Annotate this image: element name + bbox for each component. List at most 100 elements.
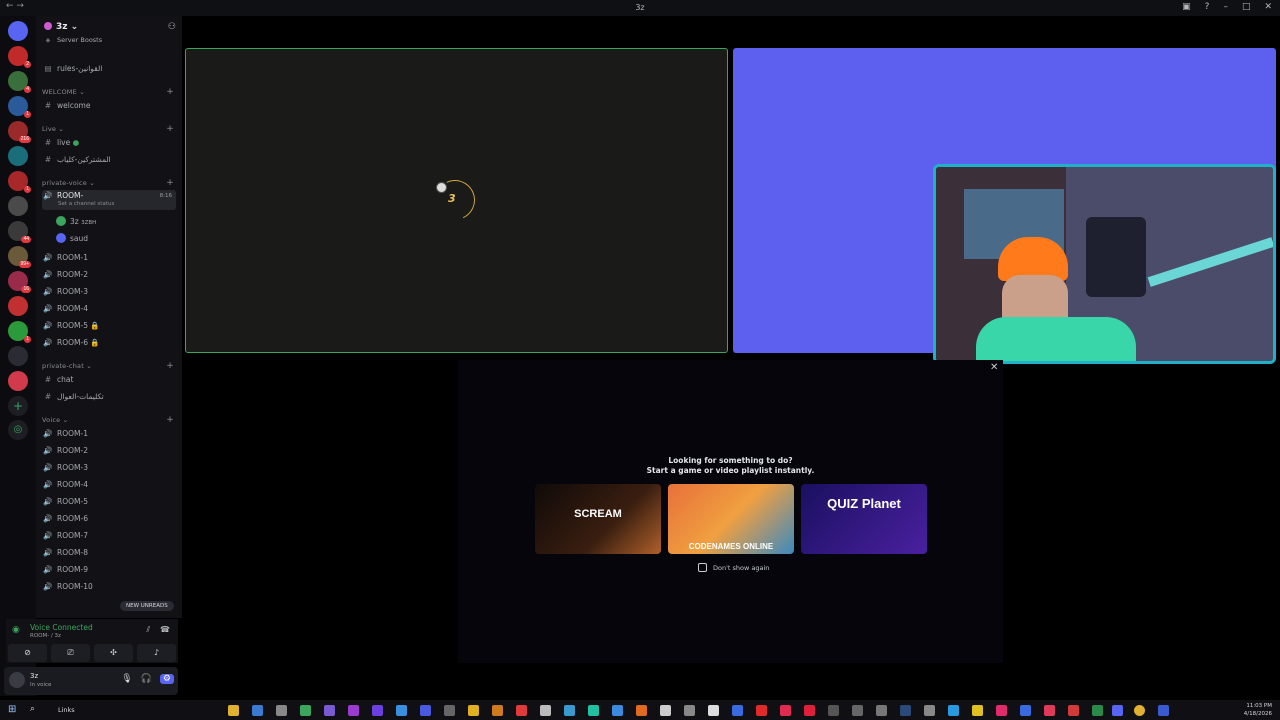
minimize-icon[interactable]: – <box>1223 2 1228 12</box>
server-icon[interactable]: 1 <box>8 171 31 193</box>
server-icon[interactable]: 44 <box>8 221 31 243</box>
xbox-icon[interactable] <box>300 705 311 716</box>
webcam-stream[interactable] <box>933 164 1276 364</box>
disconnect-icon[interactable]: ☎ <box>160 625 170 635</box>
channel-voice-room[interactable]: 🔊 ROOM-7 <box>42 529 176 543</box>
category-private-voice[interactable]: private-voice ⌄ + <box>42 176 176 190</box>
app-icon[interactable] <box>948 705 959 716</box>
voice-member[interactable]: saud <box>56 232 176 246</box>
app-icon[interactable] <box>372 705 383 716</box>
channel-voice-room[interactable]: 🔊 ROOM-5 <box>42 495 176 509</box>
channel-rules[interactable]: ▤ rules-القوانين <box>42 62 176 76</box>
voice-status[interactable]: Voice Connected <box>30 623 93 632</box>
signal-icon[interactable]: ◉ <box>12 625 20 635</box>
app-icon[interactable] <box>348 705 359 716</box>
channel-welcome[interactable]: # welcome <box>42 99 176 113</box>
app-icon[interactable] <box>732 705 743 716</box>
app-icon[interactable] <box>468 705 479 716</box>
channel-voice-room[interactable]: 🔊 ROOM-1 <box>42 427 176 441</box>
app-icon[interactable] <box>612 705 623 716</box>
app-icon[interactable] <box>444 705 455 716</box>
app-icon[interactable] <box>756 705 767 716</box>
app-icon[interactable] <box>396 705 407 716</box>
channel-voice-room[interactable]: 🔊 ROOM-8 <box>42 546 176 560</box>
category-private-chat[interactable]: private-chat ⌄ + <box>42 359 176 373</box>
channel-private-room[interactable]: 🔊 ROOM-6 🔒 <box>42 336 176 350</box>
category-voice[interactable]: Voice ⌄ + <box>42 413 176 427</box>
server-icon[interactable]: 4 <box>8 71 31 93</box>
dont-show-again-checkbox[interactable]: Don't show again <box>698 563 769 572</box>
channel-private-room[interactable]: 🔊 ROOM-2 <box>42 268 176 282</box>
server-name[interactable]: 3z ⌄ <box>44 22 78 32</box>
app-icon[interactable] <box>684 705 695 716</box>
app-icon[interactable] <box>708 705 719 716</box>
app-icon[interactable] <box>1068 705 1079 716</box>
video-tile-user[interactable]: 3 <box>185 48 728 353</box>
close-icon[interactable]: ✕ <box>1264 2 1272 12</box>
search-icon[interactable]: ⌕ <box>30 704 35 714</box>
search-box[interactable]: Links <box>58 706 75 714</box>
app-icon[interactable] <box>540 705 551 716</box>
app-icon[interactable] <box>972 705 983 716</box>
maximize-icon[interactable]: □ <box>1242 2 1251 12</box>
game-card-scream[interactable]: SCREAM <box>535 484 661 554</box>
channel-voice-room[interactable]: 🔊 ROOM-3 <box>42 461 176 475</box>
voice-location[interactable]: ROOM- / 3z <box>30 633 61 639</box>
channel-chat[interactable]: # chat <box>42 373 176 387</box>
app-icon[interactable] <box>420 705 431 716</box>
app-icon[interactable] <box>564 705 575 716</box>
category-welcome[interactable]: WELCOME ⌄ + <box>42 85 176 99</box>
server-icon[interactable] <box>8 296 28 316</box>
app-icon[interactable] <box>780 705 791 716</box>
app-icon[interactable] <box>660 705 671 716</box>
new-unreads-pill[interactable]: NEW UNREADS <box>120 601 174 611</box>
app-icon[interactable] <box>1158 705 1169 716</box>
channel-live[interactable]: # live ● <box>42 136 176 150</box>
discover-icon[interactable]: ◎ <box>8 420 28 440</box>
app-icon[interactable] <box>876 705 887 716</box>
app-icon[interactable] <box>1020 705 1031 716</box>
category-live[interactable]: Live ⌄ + <box>42 122 176 136</box>
channel-voice-room[interactable]: 🔊 ROOM-6 <box>42 512 176 526</box>
user-name[interactable]: 3z <box>30 672 38 680</box>
server-icon[interactable]: 16 <box>8 271 31 293</box>
channel-voice-room[interactable]: 🔊 ROOM-2 <box>42 444 176 458</box>
channel-room-active[interactable]: 🔊 ROOM- 8:16 Set a channel status <box>42 190 176 210</box>
steam-icon[interactable] <box>900 705 911 716</box>
app-icon[interactable] <box>852 705 863 716</box>
channel-voice-room[interactable]: 🔊 ROOM-4 <box>42 478 176 492</box>
invite-icon[interactable]: ⚇ <box>168 22 176 32</box>
app-icon[interactable] <box>996 705 1007 716</box>
channel-private-room[interactable]: 🔊 ROOM-1 <box>42 251 176 265</box>
app-icon[interactable] <box>324 705 335 716</box>
discord-home-icon[interactable] <box>8 21 28 41</box>
avatar[interactable] <box>9 672 25 688</box>
server-icon[interactable] <box>8 371 28 391</box>
inbox-icon[interactable]: ▣ <box>1182 2 1191 12</box>
gear-icon[interactable]: ⚙ <box>159 674 174 684</box>
server-icon[interactable]: 1 <box>8 96 31 118</box>
channel-commands[interactable]: # تكليمات-العوال <box>42 390 176 404</box>
windows-start-icon[interactable]: ⊞ <box>8 704 16 715</box>
server-icon[interactable]: 2 <box>8 46 31 68</box>
channel-private-room[interactable]: 🔊 ROOM-5 🔒 <box>42 319 176 333</box>
app-icon[interactable] <box>924 705 935 716</box>
activities-button[interactable]: ✣ <box>94 644 133 662</box>
discord-taskbar-icon[interactable] <box>1112 705 1123 716</box>
app-icon[interactable] <box>276 705 287 716</box>
app-icon[interactable] <box>1044 705 1055 716</box>
app-icon[interactable] <box>516 705 527 716</box>
camera-off-button[interactable]: ⊘ <box>8 644 47 662</box>
noise-suppression-icon[interactable]: ⫽ <box>146 625 150 635</box>
channel-private-room[interactable]: 🔊 ROOM-3 <box>42 285 176 299</box>
server-icon[interactable]: 1 <box>8 321 31 343</box>
system-clock[interactable]: 11:03 PM 4/18/2026 <box>1244 702 1272 718</box>
channel-private-room[interactable]: 🔊 ROOM-4 <box>42 302 176 316</box>
server-icon[interactable]: 216 <box>8 121 31 143</box>
server-icon[interactable] <box>8 146 28 166</box>
server-boosts[interactable]: ◈ Server Boosts <box>42 33 176 47</box>
app-icon[interactable] <box>828 705 839 716</box>
channel-voice-room[interactable]: 🔊 ROOM-9 <box>42 563 176 577</box>
channel-voice-room[interactable]: 🔊 ROOM-10 <box>42 580 176 594</box>
server-icon[interactable]: 99+ <box>8 246 31 268</box>
